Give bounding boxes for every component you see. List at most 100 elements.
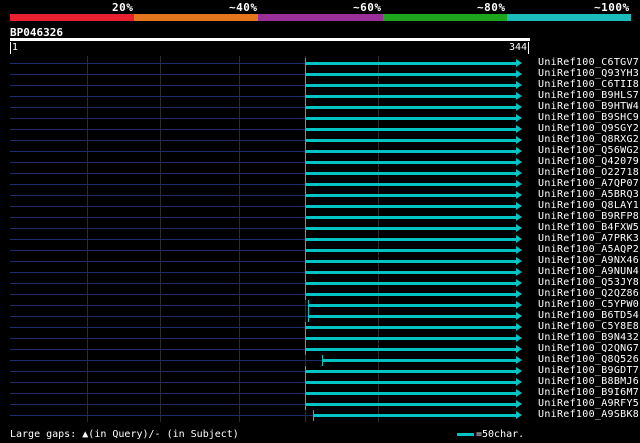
hit-alignment-bar[interactable]: [305, 183, 517, 186]
hit-unaligned-track: [10, 338, 305, 339]
identity-color-segment: [134, 14, 259, 21]
hit-alignment-bar[interactable]: [305, 205, 517, 208]
hit-unaligned-track: [10, 305, 308, 306]
hit-unaligned-track: [10, 173, 305, 174]
hit-alignment-bar[interactable]: [305, 161, 517, 164]
hit-arrow-icon: [516, 180, 522, 188]
hit-alignment-bar[interactable]: [305, 128, 517, 131]
hit-alignment-bar[interactable]: [305, 403, 517, 406]
hit-unaligned-track: [10, 371, 305, 372]
hit-alignment-bar[interactable]: [305, 106, 517, 109]
hit-arrow-icon: [516, 323, 522, 331]
hit-label[interactable]: UniRef100_A9SBK8: [538, 409, 639, 421]
hit-alignment-bar[interactable]: [305, 249, 517, 252]
hit-unaligned-track: [10, 404, 305, 405]
hit-unaligned-track: [10, 349, 305, 350]
hit-unaligned-track: [10, 162, 305, 163]
hit-unaligned-track: [10, 217, 305, 218]
hit-alignment-bar[interactable]: [305, 172, 517, 175]
percent-label-80: ~80%: [477, 1, 506, 14]
hit-alignment-bar[interactable]: [322, 359, 517, 362]
hit-alignment-bar[interactable]: [308, 315, 517, 318]
hit-alignment-bar[interactable]: [305, 150, 517, 153]
alignment-plot: UniRef100_C6TGV7 UniRef100_Q93YH3 UniRef10…: [10, 56, 639, 422]
hit-alignment-bar[interactable]: [305, 84, 517, 87]
hit-unaligned-track: [10, 382, 305, 383]
hit-alignment-bar[interactable]: [305, 95, 517, 98]
hit-unaligned-track: [10, 74, 305, 75]
query-bar: [10, 38, 530, 41]
hit-alignment-bar[interactable]: [305, 392, 517, 395]
hit-unaligned-track: [10, 107, 305, 108]
hit-alignment-bar[interactable]: [305, 348, 517, 351]
legend-subject-text: (in Subject): [160, 429, 239, 440]
hit-arrow-icon: [516, 59, 522, 67]
hit-arrow-icon: [516, 356, 522, 364]
hit-alignment-bar[interactable]: [305, 326, 517, 329]
hit-unaligned-track: [10, 96, 305, 97]
hit-unaligned-track: [10, 283, 305, 284]
legend-prefix: Large gaps:: [10, 429, 77, 440]
hit-unaligned-track: [10, 316, 308, 317]
hit-alignment-bar[interactable]: [305, 227, 517, 230]
hit-unaligned-track: [10, 151, 305, 152]
hit-alignment-bar[interactable]: [305, 73, 517, 76]
percent-label-20: 20%: [112, 1, 134, 14]
scale-text: =50char.: [476, 429, 525, 440]
hit-unaligned-track: [10, 63, 305, 64]
hit-arrow-icon: [516, 191, 522, 199]
hit-arrow-icon: [516, 70, 522, 78]
hit-unaligned-track: [10, 228, 305, 229]
hit-arrow-icon: [516, 268, 522, 276]
hit-alignment-bar[interactable]: [305, 381, 517, 384]
hit-alignment-bar[interactable]: [305, 293, 517, 296]
hit-unaligned-track: [10, 140, 305, 141]
identity-color-segment: [382, 14, 507, 21]
hit-alignment-bar[interactable]: [305, 62, 517, 65]
hit-alignment-bar[interactable]: [305, 282, 517, 285]
hit-alignment-bar[interactable]: [305, 194, 517, 197]
hit-unaligned-track: [10, 239, 305, 240]
hit-alignment-bar[interactable]: [305, 238, 517, 241]
hit-alignment-bar[interactable]: [305, 260, 517, 263]
hit-unaligned-track: [10, 129, 305, 130]
identity-color-segment: [258, 14, 383, 21]
hit-unaligned-track: [10, 415, 313, 416]
hit-alignment-bar[interactable]: [305, 216, 517, 219]
hit-row[interactable]: UniRef100_A9SBK8: [10, 409, 640, 421]
hit-alignment-bar[interactable]: [305, 117, 517, 120]
legend: Large gaps: ▲(in Query)/- (in Subject): [10, 429, 239, 440]
hit-arrow-icon: [516, 103, 522, 111]
hit-unaligned-track: [10, 195, 305, 196]
identity-color-segment: [506, 14, 632, 21]
hit-arrow-icon: [516, 367, 522, 375]
hit-arrow-icon: [516, 301, 522, 309]
hit-arrow-icon: [516, 411, 522, 419]
hit-arrow-icon: [516, 136, 522, 144]
percent-label-40: ~40%: [229, 1, 258, 14]
hit-arrow-icon: [516, 312, 522, 320]
hit-alignment-bar[interactable]: [305, 370, 517, 373]
hit-arrow-icon: [516, 345, 522, 353]
hit-unaligned-track: [10, 261, 305, 262]
hit-alignment-bar[interactable]: [308, 304, 517, 307]
hit-arrow-icon: [516, 400, 522, 408]
hit-arrow-icon: [516, 114, 522, 122]
hit-arrow-icon: [516, 290, 522, 298]
hit-arrow-icon: [516, 224, 522, 232]
hit-arrow-icon: [516, 257, 522, 265]
hit-alignment-bar[interactable]: [305, 139, 517, 142]
hit-alignment-bar[interactable]: [305, 337, 517, 340]
percent-label-100: ~100%: [594, 1, 630, 14]
hit-arrow-icon: [516, 202, 522, 210]
hit-unaligned-track: [10, 184, 305, 185]
hit-unaligned-track: [10, 360, 322, 361]
hit-unaligned-track: [10, 85, 305, 86]
percent-labels: 20% ~40% ~60% ~80% ~100%: [0, 0, 640, 14]
query-end-position: 344: [509, 42, 530, 54]
query-start-position: 1: [10, 42, 19, 54]
hit-arrow-icon: [516, 389, 522, 397]
hit-alignment-bar[interactable]: [313, 414, 517, 417]
hit-alignment-bar[interactable]: [305, 271, 517, 274]
hit-arrow-icon: [516, 169, 522, 177]
